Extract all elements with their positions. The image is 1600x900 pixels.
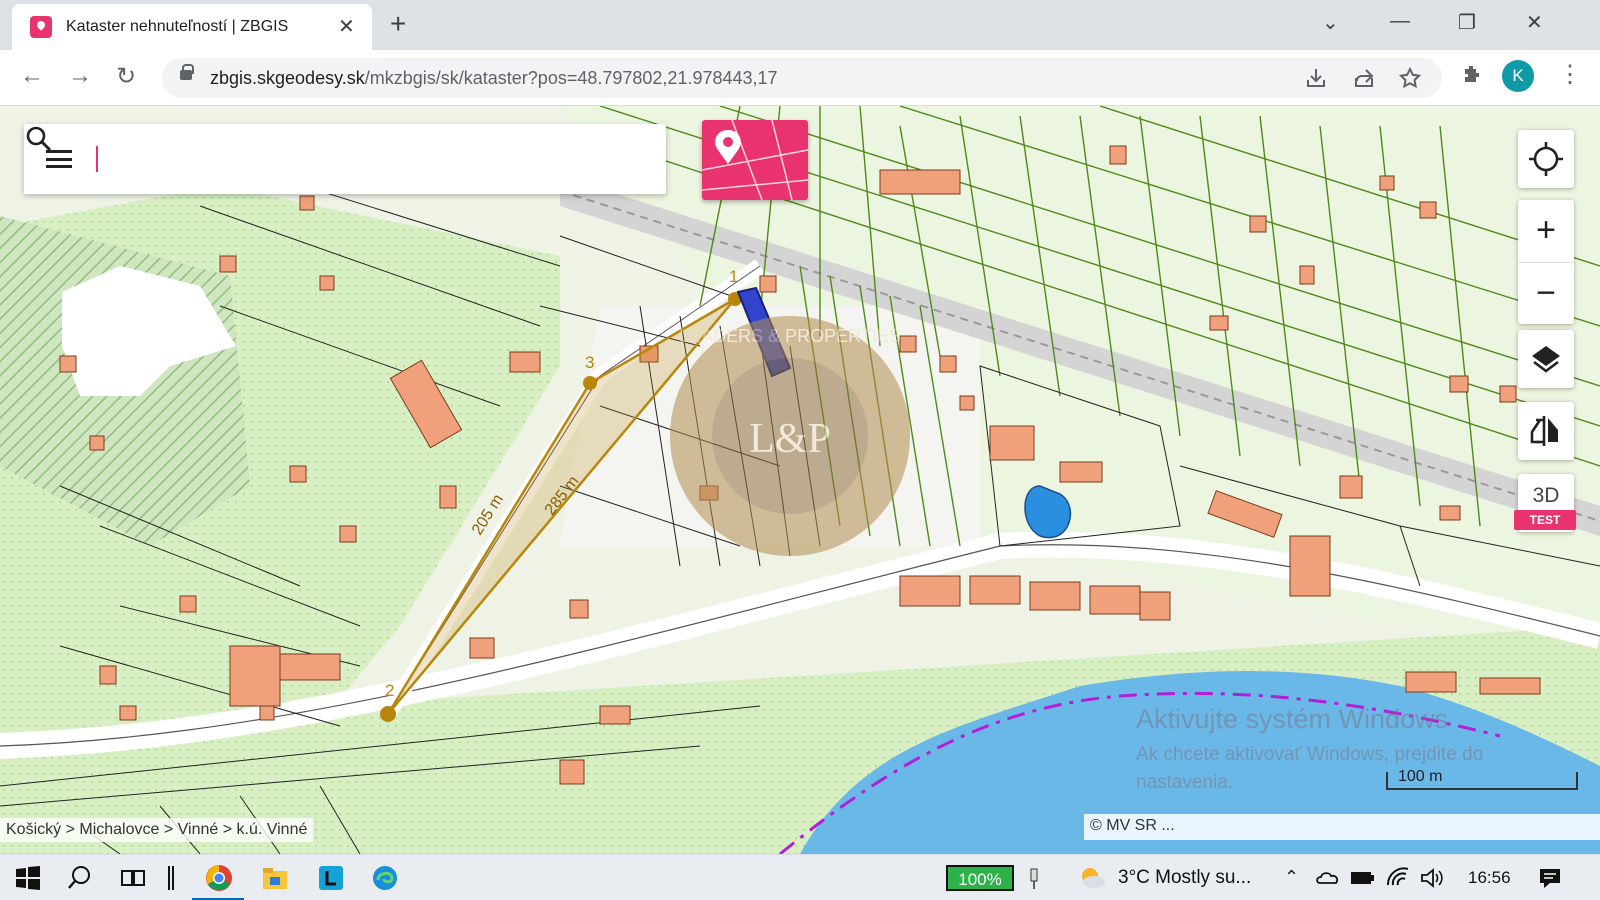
browser-tab[interactable]: Kataster nehnuteľností | ZBGIS ✕ [12, 4, 372, 50]
3d-label: 3D [1532, 484, 1560, 507]
measure-point-2[interactable] [380, 706, 396, 722]
close-window-button[interactable]: ✕ [1526, 10, 1543, 35]
locate-button[interactable] [1518, 130, 1574, 188]
company-watermark: L&P LEADERS & PROPERTIES [670, 316, 910, 556]
layers-icon [1532, 346, 1560, 373]
widgets-divider-icon [168, 866, 174, 890]
profile-avatar[interactable]: K [1502, 60, 1534, 92]
zoom-in-button[interactable]: + [1518, 200, 1574, 262]
file-explorer-icon[interactable] [260, 863, 290, 893]
task-view-icon[interactable] [118, 863, 148, 893]
browser-menu-icon[interactable]: ⋮ [1558, 60, 1582, 89]
search-icon[interactable] [24, 124, 54, 154]
tab-search-icon[interactable]: ⌄ [1322, 10, 1339, 35]
test-badge: TEST [1514, 510, 1576, 530]
tab-close-icon[interactable]: ✕ [338, 14, 355, 39]
crosshair-icon [1529, 142, 1563, 176]
search-input[interactable] [104, 142, 604, 176]
watermark-text: LEADERS & PROPERTIES [679, 326, 901, 346]
tab-bar: Kataster nehnuteľností | ZBGIS ✕ + ⌄ — ❐… [0, 0, 1600, 50]
zoom-control: + − [1518, 200, 1574, 324]
compare-button[interactable] [1518, 402, 1574, 460]
extensions-icon[interactable] [1460, 62, 1484, 86]
measure-label-3: 3 [585, 353, 594, 372]
address-bar[interactable]: zbgis.skgeodesy.sk/mkzbgis/sk/kataster?p… [162, 58, 1442, 98]
activation-title: Aktivujte systém Windows [1136, 704, 1449, 734]
layers-button[interactable] [1518, 330, 1574, 388]
notifications-icon[interactable] [1536, 863, 1564, 893]
plug-icon [1030, 868, 1038, 889]
site-favicon-icon [30, 16, 52, 38]
search-panel [24, 124, 666, 194]
wifi-icon[interactable] [1384, 863, 1412, 893]
reload-icon[interactable]: ↻ [116, 62, 136, 91]
kataster-layer-button[interactable] [702, 120, 808, 200]
battery-indicator[interactable]: 100% [946, 865, 1014, 891]
zoom-out-button[interactable]: − [1518, 262, 1574, 324]
location-breadcrumb[interactable]: Košický > Michalovce > Vinné > k.ú. Vinn… [0, 818, 314, 842]
back-icon[interactable]: ← [20, 62, 44, 90]
l-app-icon[interactable] [316, 863, 346, 893]
attribution[interactable]: © MV SR ... [1084, 814, 1600, 840]
text-cursor [96, 146, 98, 172]
tab-title: Kataster nehnuteľností | ZBGIS [66, 18, 289, 35]
lock-icon[interactable] [180, 64, 194, 80]
cadastral-map[interactable]: 1 2 3 205 m 285 m L&P LEADERS & PROPERTI… [0, 106, 1600, 854]
edge-icon[interactable] [370, 863, 400, 893]
scale-bar: 100 m [1386, 766, 1578, 792]
browser-toolbar: ← → ↻ zbgis.skgeodesy.sk/mkzbgis/sk/kata… [0, 50, 1600, 106]
battery-tray-icon[interactable] [1348, 863, 1376, 893]
bookmark-star-icon[interactable] [1398, 66, 1422, 90]
measure-label-1: 1 [729, 267, 738, 286]
install-app-icon[interactable] [1304, 66, 1328, 90]
chevron-up-icon[interactable]: ⌃ [1284, 867, 1299, 888]
weather-icon[interactable] [1076, 863, 1108, 893]
windows-taskbar: 100% 3°C Mostly su... ⌃ 16:56 [0, 854, 1600, 900]
share-icon[interactable] [1352, 66, 1376, 90]
minimize-button[interactable]: — [1390, 10, 1410, 33]
weather-text[interactable]: 3°C Mostly su... [1118, 867, 1251, 889]
clock[interactable]: 16:56 [1468, 868, 1511, 888]
forward-icon[interactable]: → [68, 62, 92, 90]
windows-start-icon[interactable] [14, 863, 42, 893]
onedrive-icon[interactable] [1314, 863, 1342, 893]
watermark-logo-text: L&P [749, 416, 831, 462]
measure-point-3[interactable] [583, 376, 597, 390]
search-taskbar-icon[interactable] [66, 863, 94, 893]
new-tab-button[interactable]: + [390, 8, 406, 40]
kataster-icon [702, 120, 808, 200]
volume-icon[interactable] [1418, 863, 1446, 893]
measure-label-2: 2 [385, 681, 394, 700]
restore-button[interactable]: ❐ [1458, 10, 1476, 35]
chrome-icon[interactable] [204, 863, 234, 893]
url-text[interactable]: zbgis.skgeodesy.sk/mkzbgis/sk/kataster?p… [210, 68, 778, 89]
compare-icon [1530, 416, 1558, 446]
scale-label: 100 m [1398, 768, 1443, 785]
